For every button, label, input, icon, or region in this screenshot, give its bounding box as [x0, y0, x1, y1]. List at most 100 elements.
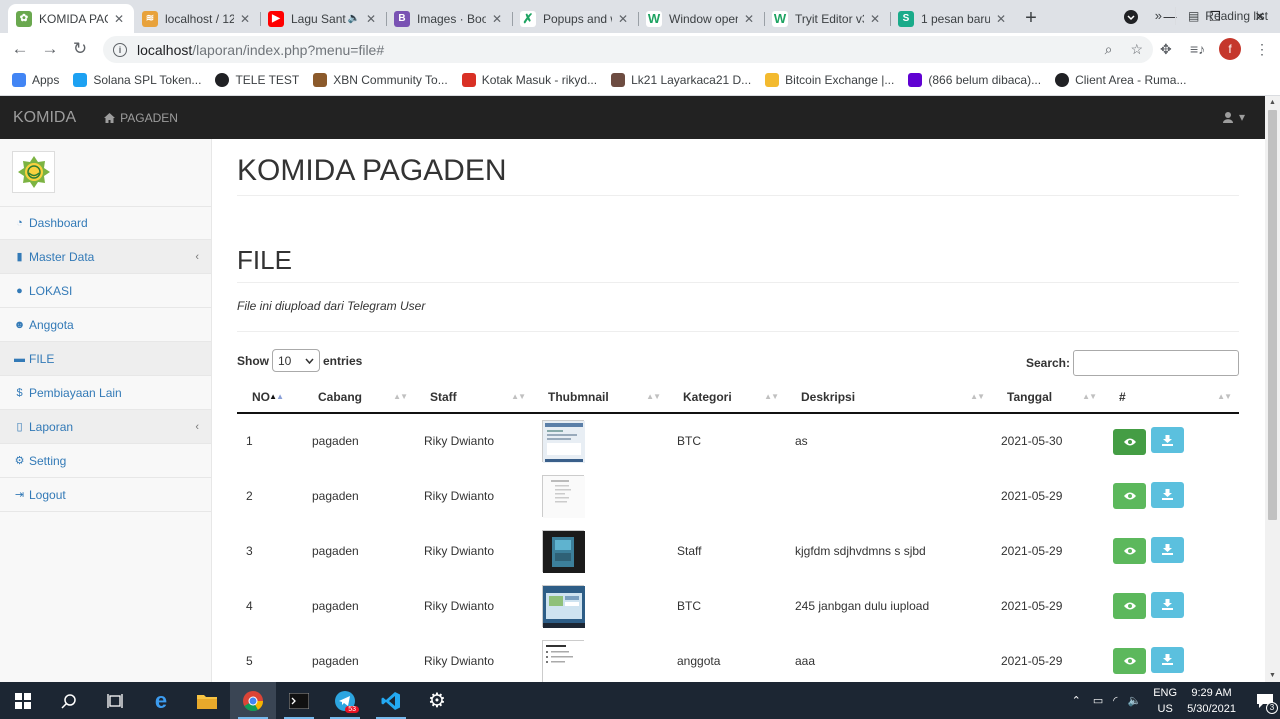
browser-tab[interactable]: B Images · Bootstrap ✕: [386, 4, 512, 33]
tab-close-icon[interactable]: ✕: [364, 12, 378, 26]
bookmark-item[interactable]: Apps: [12, 73, 59, 87]
bookmark-star-icon[interactable]: ☆: [1130, 41, 1143, 58]
page-scrollbar[interactable]: ▲ ▼: [1265, 96, 1280, 682]
file-thumbnail[interactable]: [542, 584, 585, 628]
column-header[interactable]: NO ▲▲: [237, 381, 303, 414]
bookmark-item[interactable]: Client Area - Ruma...: [1055, 73, 1186, 87]
download-button[interactable]: [1151, 646, 1184, 673]
entries-select[interactable]: 10: [272, 349, 320, 372]
scroll-up-icon[interactable]: ▲: [1269, 99, 1276, 106]
view-button[interactable]: [1113, 593, 1146, 620]
tab-close-icon[interactable]: ✕: [994, 12, 1008, 26]
sidebar-item-master-data[interactable]: ▮ Master Data ‹: [0, 240, 211, 274]
bookmark-item[interactable]: (866 belum dibaca)...: [908, 73, 1041, 87]
sidebar-item-laporan[interactable]: ▯ Laporan ‹: [0, 410, 211, 444]
sidebar-item-file[interactable]: ▬ FILE: [0, 342, 211, 376]
bookmark-item[interactable]: Solana SPL Token...: [73, 73, 201, 87]
column-header[interactable]: Thubmnail ▲▼: [533, 381, 668, 414]
search-input[interactable]: [1073, 350, 1239, 376]
download-button[interactable]: [1151, 536, 1184, 563]
forward-icon[interactable]: →: [35, 34, 65, 64]
scrollbar-thumb[interactable]: [1268, 110, 1277, 520]
vscode-icon[interactable]: [368, 682, 414, 719]
file-thumbnail[interactable]: [542, 529, 585, 573]
task-view-icon[interactable]: [92, 682, 138, 719]
browser-tab[interactable]: S 1 pesan baru ✕: [890, 4, 1016, 33]
telegram-icon[interactable]: 53: [322, 682, 368, 719]
browser-tab[interactable]: ✿ KOMIDA PAGADEN ✕: [8, 4, 134, 33]
bookmark-item[interactable]: XBN Community To...: [313, 73, 448, 87]
language-indicator[interactable]: ENG US: [1153, 685, 1177, 717]
address-bar[interactable]: i localhost/laporan/index.php?menu=file#…: [103, 36, 1153, 63]
browser-tab[interactable]: W Window open ✕: [638, 4, 764, 33]
edge-icon[interactable]: e: [138, 682, 184, 719]
sidebar-item-lokasi[interactable]: ● LOKASI: [0, 274, 211, 308]
download-button[interactable]: [1151, 427, 1184, 454]
tab-close-icon[interactable]: ✕: [490, 12, 504, 26]
tab-close-icon[interactable]: ✕: [742, 12, 756, 26]
browser-tab[interactable]: ≋ localhost / 127.0.0.1 ✕: [134, 4, 260, 33]
column-header[interactable]: Kategori ▲▼: [668, 381, 786, 414]
scroll-down-icon[interactable]: ▼: [1269, 672, 1276, 679]
media-control-icon[interactable]: ≡♪: [1190, 38, 1205, 60]
user-menu[interactable]: ▾: [1222, 110, 1245, 124]
wifi-icon[interactable]: ◜: [1113, 694, 1117, 707]
tab-close-icon[interactable]: ✕: [238, 12, 252, 26]
reload-icon[interactable]: ↻: [65, 34, 95, 64]
view-button[interactable]: [1113, 538, 1146, 565]
profile-avatar[interactable]: f: [1219, 38, 1241, 60]
file-thumbnail[interactable]: [542, 639, 585, 682]
tab-audio-icon[interactable]: 🔈: [348, 13, 360, 24]
volume-icon[interactable]: 🔈: [1128, 694, 1142, 707]
tray-chevron-up-icon[interactable]: ⌃: [1072, 694, 1081, 707]
settings-icon[interactable]: ⚙: [414, 682, 460, 719]
bookmark-item[interactable]: Lk21 Layarkaca21 D...: [611, 73, 751, 87]
battery-icon[interactable]: ▭: [1093, 694, 1103, 707]
download-button[interactable]: [1151, 481, 1184, 508]
terminal-icon[interactable]: [276, 682, 322, 719]
tab-close-icon[interactable]: ✕: [616, 12, 630, 26]
column-header[interactable]: Cabang ▲▼: [303, 381, 415, 414]
system-clock[interactable]: 9:29 AM 5/30/2021: [1187, 685, 1236, 717]
zoom-icon[interactable]: ⌕: [1105, 41, 1113, 58]
bookmark-item[interactable]: TELE TEST: [215, 73, 299, 87]
bookmark-item[interactable]: Bitcoin Exchange |...: [765, 73, 894, 87]
sidebar-item-dashboard[interactable]: ◔ Dashboard: [0, 206, 211, 240]
view-button[interactable]: [1113, 483, 1146, 510]
view-button[interactable]: [1113, 428, 1146, 455]
browser-tab[interactable]: ▶ Lagu Santai🔈 ✕: [260, 4, 386, 33]
windows-start-icon[interactable]: [0, 682, 46, 719]
browser-tab[interactable]: ✗ Popups and windows ✕: [512, 4, 638, 33]
tab-close-icon[interactable]: ✕: [112, 12, 126, 26]
tab-search-icon[interactable]: [1111, 0, 1151, 33]
chrome-icon[interactable]: [230, 682, 276, 719]
nav-home-link[interactable]: PAGADEN: [104, 111, 178, 125]
bookmark-item[interactable]: Kotak Masuk - rikyd...: [461, 73, 597, 87]
notification-center-icon[interactable]: 3: [1250, 693, 1280, 714]
sidebar-item-logout[interactable]: ⇥ Logout: [0, 478, 211, 512]
extensions-icon[interactable]: ✥: [1160, 38, 1172, 60]
app-brand[interactable]: KOMIDA: [13, 109, 76, 127]
sidebar-item-pembiayaan-lain[interactable]: $ Pembiayaan Lain: [0, 376, 211, 410]
reading-list-button[interactable]: ▤ Reading list: [1174, 7, 1268, 25]
column-header[interactable]: Tanggal ▲▼: [992, 381, 1104, 414]
browser-tab[interactable]: W Tryit Editor v3.6 ✕: [764, 4, 890, 33]
file-thumbnail[interactable]: [542, 420, 585, 463]
entries-label: entries: [323, 353, 363, 368]
file-thumbnail[interactable]: [542, 474, 585, 518]
site-info-icon[interactable]: i: [113, 42, 127, 57]
download-button[interactable]: [1151, 591, 1184, 618]
bookmarks-more-icon[interactable]: »: [1155, 8, 1162, 23]
back-icon[interactable]: ←: [5, 34, 35, 64]
sidebar-item-anggota[interactable]: ☻ Anggota: [0, 308, 211, 342]
search-icon[interactable]: [46, 682, 92, 719]
file-explorer-icon[interactable]: [184, 682, 230, 719]
view-button[interactable]: [1113, 648, 1146, 675]
column-header[interactable]: # ▲▼: [1104, 381, 1239, 414]
column-header[interactable]: Staff ▲▼: [415, 381, 533, 414]
new-tab-icon[interactable]: +: [1016, 4, 1046, 33]
browser-menu-icon[interactable]: ⋮: [1255, 38, 1269, 60]
sidebar-item-setting[interactable]: ⚙ Setting: [0, 444, 211, 478]
column-header[interactable]: Deskripsi ▲▼: [786, 381, 992, 414]
tab-close-icon[interactable]: ✕: [868, 12, 882, 26]
